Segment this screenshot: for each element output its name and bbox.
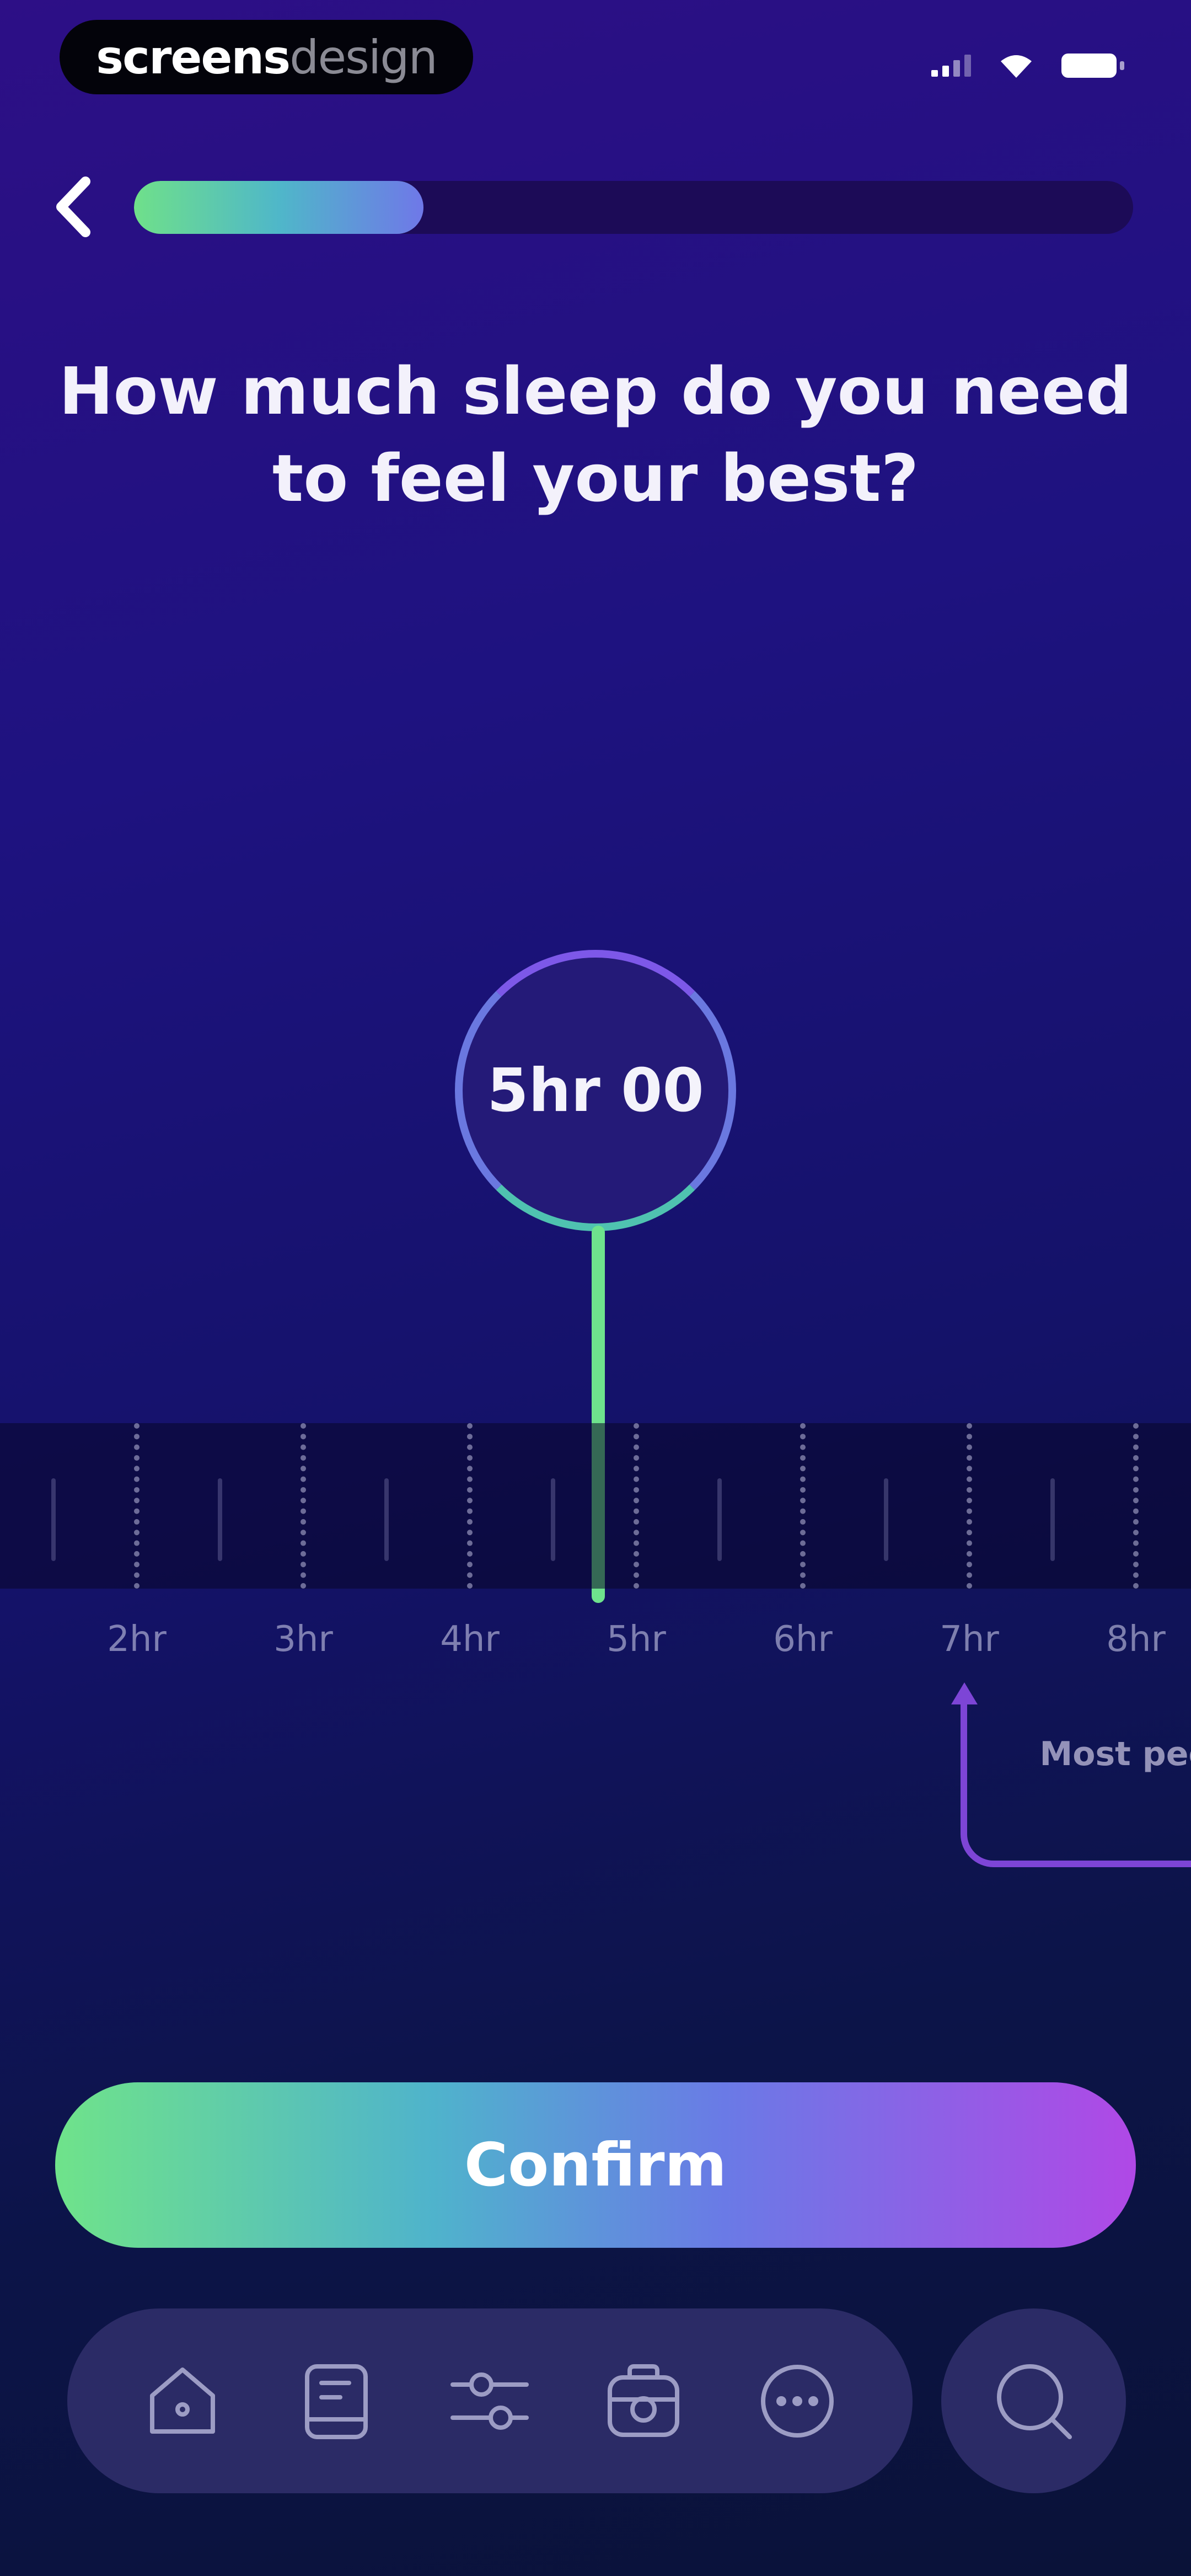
search-button[interactable] (941, 2308, 1126, 2493)
nav-item-adjust[interactable] (434, 2346, 545, 2456)
ruler-tick-label: 7hr (940, 1619, 999, 1660)
ruler-tick-label: 3hr (273, 1619, 333, 1660)
recommendation-bracket (961, 1702, 1191, 1867)
ruler-tick-label: 2hr (107, 1619, 167, 1660)
status-icons (931, 52, 1124, 79)
home-icon (150, 2367, 216, 2434)
ruler-minor-tick (884, 1478, 888, 1561)
question-title: How much sleep do you need to feel your … (58, 353, 1133, 516)
ruler-tick-label: 8hr (1106, 1619, 1166, 1660)
recommendation-text: Most peo your ag (1039, 1735, 1191, 1773)
ruler-minor-tick (551, 1478, 555, 1561)
ruler-major-tick (467, 1423, 473, 1589)
nav-item-sounds[interactable] (588, 2346, 699, 2456)
bottom-nav (67, 2308, 913, 2493)
onboarding-progress-fill (134, 181, 424, 234)
ruler-major-tick (800, 1423, 806, 1589)
ruler-tick-label: 5hr (607, 1619, 666, 1660)
ruler-major-tick (134, 1423, 140, 1589)
ruler-major-tick (634, 1423, 639, 1589)
more-icon (760, 2364, 834, 2438)
confirm-button[interactable]: Confirm (55, 2082, 1136, 2248)
signal-icon (931, 55, 971, 77)
wifi-icon (1001, 55, 1032, 78)
ruler-minor-tick (384, 1478, 389, 1561)
back-button[interactable] (43, 171, 104, 243)
ruler-minor-tick (717, 1478, 722, 1561)
sleep-value-handle[interactable]: 5hr 00 (455, 950, 736, 1231)
recommendation-arrow-icon (951, 1682, 978, 1704)
battery-icon (1061, 54, 1124, 78)
sleep-onboarding-screen: screens design How much sleep do you need… (0, 0, 1191, 2576)
search-icon (996, 2364, 1072, 2439)
sleep-hours-ruler[interactable] (0, 1423, 1191, 1589)
sleep-value-label: 5hr 00 (487, 1056, 704, 1125)
nav-item-more[interactable] (742, 2346, 852, 2456)
radio-icon (608, 2364, 680, 2437)
chevron-left-icon (56, 177, 90, 237)
ruler-minor-tick (51, 1478, 56, 1561)
ruler-major-tick (1133, 1423, 1139, 1589)
ruler-minor-tick (1050, 1478, 1055, 1561)
brand-text-secondary: design (289, 30, 438, 84)
ruler-tick-label: 4hr (440, 1619, 500, 1660)
ruler-major-tick (967, 1423, 972, 1589)
ruler-tick-label: 6hr (773, 1619, 833, 1660)
journal-icon (304, 2364, 368, 2439)
brand-text-primary: screens (96, 30, 291, 84)
brand-watermark: screens design (60, 20, 473, 94)
ruler-major-tick (301, 1423, 306, 1589)
nav-item-journal[interactable] (281, 2346, 391, 2456)
sliders-icon (450, 2372, 529, 2430)
onboarding-progress-bar (134, 181, 1133, 234)
nav-item-home[interactable] (127, 2346, 238, 2456)
ruler-minor-tick (218, 1478, 222, 1561)
